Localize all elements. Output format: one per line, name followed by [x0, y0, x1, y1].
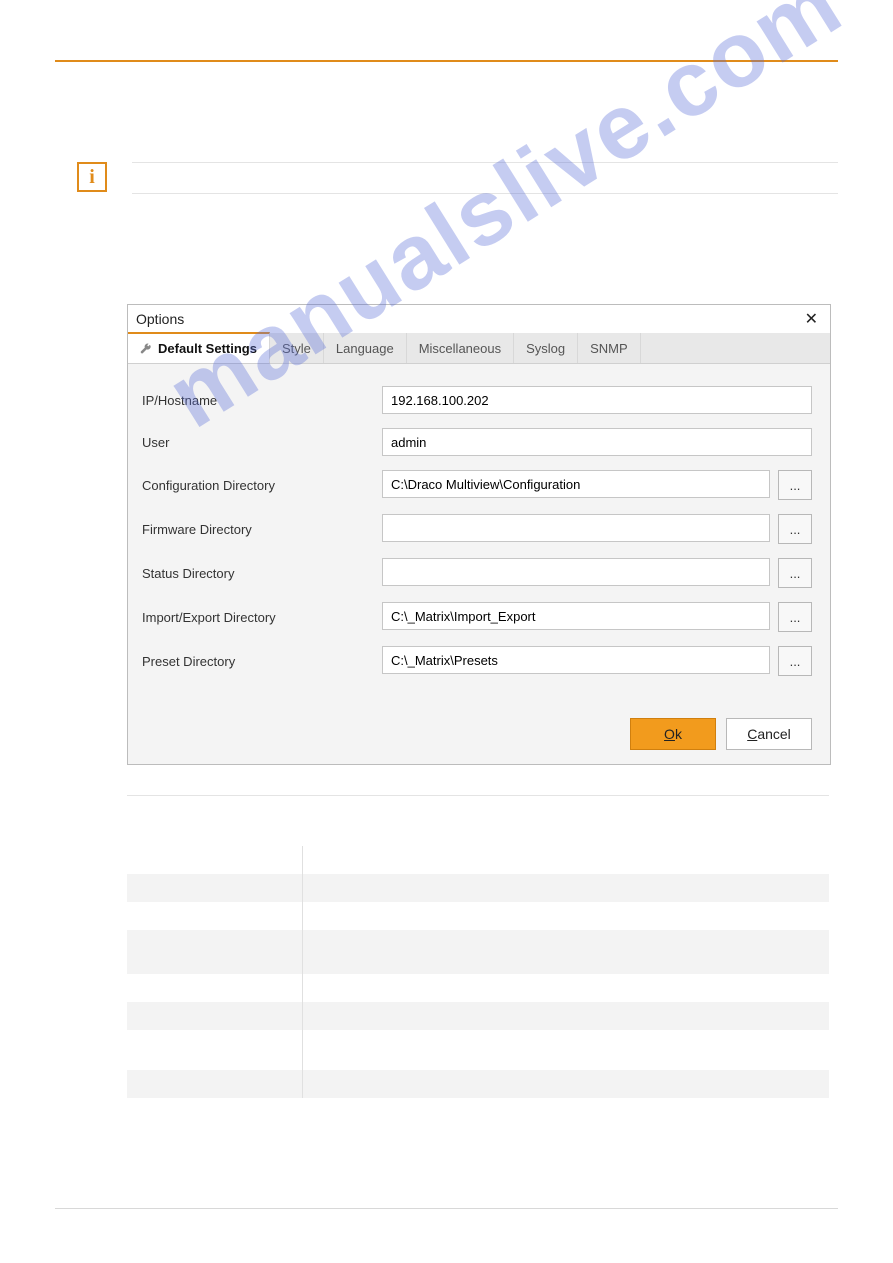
ok-rest: k [675, 726, 682, 742]
browse-confdir-button[interactable]: ... [778, 470, 812, 500]
wrench-icon [140, 343, 152, 355]
ok-mnemonic: O [664, 726, 675, 742]
info-line-1 [132, 162, 838, 163]
browse-iedir-button[interactable]: ... [778, 602, 812, 632]
tab-default-label: Default Settings [158, 341, 257, 356]
tab-default-settings[interactable]: Default Settings [128, 332, 270, 363]
top-rule [55, 60, 838, 62]
preset-directory-field[interactable] [382, 646, 770, 674]
user-field[interactable] [382, 428, 812, 456]
cancel-button[interactable]: Cancel [726, 718, 812, 750]
cancel-mnemonic: C [747, 726, 757, 742]
dialog-titlebar: Options ✕ [128, 305, 830, 333]
tab-strip: Default Settings Style Language Miscella… [128, 333, 830, 364]
label-ip: IP/Hostname [142, 393, 382, 408]
info-icon: i [77, 162, 107, 192]
ip-hostname-field[interactable] [382, 386, 812, 414]
label-user: User [142, 435, 382, 450]
info-block: i [55, 162, 838, 224]
browse-fwdir-button[interactable]: ... [778, 514, 812, 544]
tab-miscellaneous[interactable]: Miscellaneous [407, 333, 514, 363]
import-export-directory-field[interactable] [382, 602, 770, 630]
label-iedir: Import/Export Directory [142, 610, 382, 625]
configuration-directory-field[interactable] [382, 470, 770, 498]
tab-snmp[interactable]: SNMP [578, 333, 641, 363]
ok-button[interactable]: Ok [630, 718, 716, 750]
close-icon[interactable]: ✕ [801, 309, 822, 329]
firmware-directory-field[interactable] [382, 514, 770, 542]
tab-language[interactable]: Language [324, 333, 407, 363]
label-confdir: Configuration Directory [142, 478, 382, 493]
cancel-rest: ancel [757, 726, 790, 742]
lower-table [127, 846, 829, 1098]
options-dialog: Options ✕ Default Settings Style Languag… [127, 304, 831, 765]
label-presetdir: Preset Directory [142, 654, 382, 669]
browse-presetdir-button[interactable]: ... [778, 646, 812, 676]
status-directory-field[interactable] [382, 558, 770, 586]
tab-syslog[interactable]: Syslog [514, 333, 578, 363]
browse-statusdir-button[interactable]: ... [778, 558, 812, 588]
dialog-button-row: Ok Cancel [128, 704, 830, 764]
info-icon-glyph: i [89, 167, 95, 187]
info-line-2 [132, 193, 838, 194]
lower-area [127, 795, 829, 1098]
footer-rule [55, 1208, 838, 1209]
label-statusdir: Status Directory [142, 566, 382, 581]
dialog-title: Options [136, 311, 184, 327]
label-fwdir: Firmware Directory [142, 522, 382, 537]
tab-style[interactable]: Style [270, 333, 324, 363]
dialog-body: IP/Hostname User Configuration Directory… [128, 364, 830, 704]
